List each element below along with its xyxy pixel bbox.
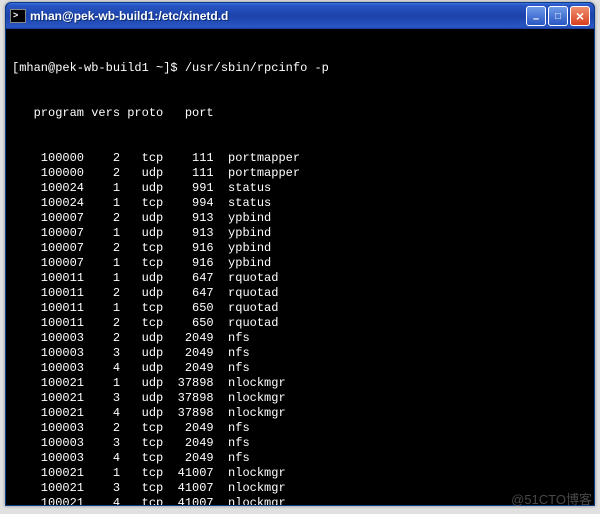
terminal-body[interactable]: [mhan@pek-wb-build1 ~]$ /usr/sbin/rpcinf… — [6, 29, 594, 505]
output-row: 100007 1 udp 913 ypbind — [12, 226, 588, 241]
output-row: 100021 1 udp 37898 nlockmgr — [12, 376, 588, 391]
output-row: 100021 4 tcp 41007 nlockmgr — [12, 496, 588, 505]
titlebar[interactable]: mhan@pek-wb-build1:/etc/xinetd.d — [6, 3, 594, 29]
minimize-button[interactable] — [526, 6, 546, 26]
output-row: 100011 1 udp 647 rquotad — [12, 271, 588, 286]
close-button[interactable] — [570, 6, 590, 26]
output-row: 100024 1 udp 991 status — [12, 181, 588, 196]
output-row: 100007 1 tcp 916 ypbind — [12, 256, 588, 271]
output-row: 100011 2 udp 647 rquotad — [12, 286, 588, 301]
output-row: 100003 3 udp 2049 nfs — [12, 346, 588, 361]
terminal-window: mhan@pek-wb-build1:/etc/xinetd.d [mhan@p… — [5, 2, 595, 506]
output-header: program vers proto port — [12, 106, 588, 121]
output-row: 100003 2 tcp 2049 nfs — [12, 421, 588, 436]
output-row: 100021 1 tcp 41007 nlockmgr — [12, 466, 588, 481]
output-row: 100021 4 udp 37898 nlockmgr — [12, 406, 588, 421]
output-row: 100021 3 tcp 41007 nlockmgr — [12, 481, 588, 496]
command-line: [mhan@pek-wb-build1 ~]$ /usr/sbin/rpcinf… — [12, 61, 588, 76]
output-row: 100000 2 tcp 111 portmapper — [12, 151, 588, 166]
terminal-icon — [10, 9, 26, 23]
output-row: 100011 1 tcp 650 rquotad — [12, 301, 588, 316]
output-row: 100003 4 tcp 2049 nfs — [12, 451, 588, 466]
output-row: 100000 2 udp 111 portmapper — [12, 166, 588, 181]
output-row: 100024 1 tcp 994 status — [12, 196, 588, 211]
output-row: 100007 2 udp 913 ypbind — [12, 211, 588, 226]
output-row: 100021 3 udp 37898 nlockmgr — [12, 391, 588, 406]
output-rows: 100000 2 tcp 111 portmapper 100000 2 udp… — [12, 151, 588, 505]
command-text: /usr/sbin/rpcinfo -p — [185, 61, 329, 75]
window-title: mhan@pek-wb-build1:/etc/xinetd.d — [30, 9, 526, 23]
output-row: 100003 4 udp 2049 nfs — [12, 361, 588, 376]
output-row: 100003 3 tcp 2049 nfs — [12, 436, 588, 451]
window-controls — [526, 6, 590, 26]
watermark: @51CTO博客 — [511, 489, 592, 508]
output-row: 100011 2 tcp 650 rquotad — [12, 316, 588, 331]
prompt: [mhan@pek-wb-build1 ~]$ — [12, 61, 178, 75]
maximize-button[interactable] — [548, 6, 568, 26]
output-row: 100007 2 tcp 916 ypbind — [12, 241, 588, 256]
output-row: 100003 2 udp 2049 nfs — [12, 331, 588, 346]
